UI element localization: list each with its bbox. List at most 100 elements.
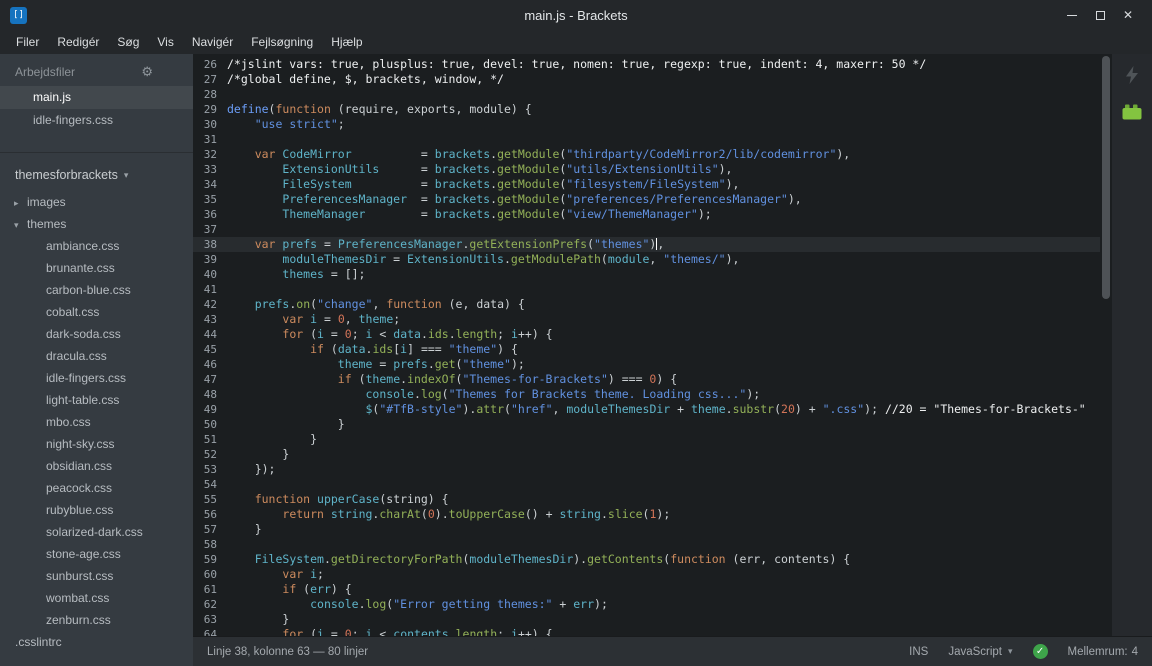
tree-item-brunante.css[interactable]: brunante.css (0, 257, 193, 279)
maximize-button[interactable] (1086, 4, 1114, 26)
tree-item-obsidian.css[interactable]: obsidian.css (0, 455, 193, 477)
tree-item-sunburst.css[interactable]: sunburst.css (0, 565, 193, 587)
code-line-60[interactable]: 60 var i; (193, 567, 1112, 582)
tree-item-peacock.css[interactable]: peacock.css (0, 477, 193, 499)
code-line-44[interactable]: 44 for (i = 0; i < data.ids.length; i++)… (193, 327, 1112, 342)
code-line-50[interactable]: 50 } (193, 417, 1112, 432)
menu-søg[interactable]: Søg (108, 30, 148, 54)
code-line-46[interactable]: 46 theme = prefs.get("theme"); (193, 357, 1112, 372)
code-line-59[interactable]: 59 FileSystem.getDirectoryForPath(module… (193, 552, 1112, 567)
code-line-62[interactable]: 62 console.log("Error getting themes:" +… (193, 597, 1112, 612)
code-line-39[interactable]: 39 moduleThemesDir = ExtensionUtils.getM… (193, 252, 1112, 267)
code-text: var prefs = PreferencesManager.getExtens… (254, 237, 665, 251)
code-text: themes = []; (282, 267, 366, 281)
brackets-window: [] main.js - Brackets ✕ Filer Redigér Søg V… (0, 0, 1152, 666)
tree-item-light-table.css[interactable]: light-table.css (0, 389, 193, 411)
menu-fejlsøgning[interactable]: Fejlsøgning (242, 30, 322, 54)
code-line-37[interactable]: 37 (193, 222, 1112, 237)
vertical-scrollbar[interactable] (1100, 54, 1112, 636)
menu-filer[interactable]: Filer (7, 30, 48, 54)
code-line-27[interactable]: 27 /*global define, $, brackets, window, … (193, 72, 1112, 87)
working-file-main.js[interactable]: main.js (0, 86, 193, 109)
code-line-45[interactable]: 45 if (data.ids[i] === "theme") { (193, 342, 1112, 357)
code-text: theme = prefs.get("theme"); (337, 357, 525, 371)
code-line-48[interactable]: 48 console.log("Themes for Brackets them… (193, 387, 1112, 402)
chevron-right-icon[interactable]: ▸ (14, 192, 27, 213)
live-preview-button[interactable] (1120, 63, 1144, 87)
line-number: 62 (203, 598, 217, 611)
tree-item-cobalt.css[interactable]: cobalt.css (0, 301, 193, 323)
code-line-40[interactable]: 40 themes = []; (193, 267, 1112, 282)
tree-item-themes[interactable]: ▾ themes (0, 213, 193, 235)
window-controls: ✕ (1058, 4, 1142, 26)
code-line-26[interactable]: 26 /*jslint vars: true, plusplus: true, d… (193, 57, 1112, 72)
code-line-34[interactable]: 34 FileSystem = brackets.getModule("file… (193, 177, 1112, 192)
code-line-51[interactable]: 51 } (193, 432, 1112, 447)
code-line-36[interactable]: 36 ThemeManager = brackets.getModule("vi… (193, 207, 1112, 222)
tree-item-idle-fingers.css[interactable]: idle-fingers.css (0, 367, 193, 389)
code-line-38[interactable]: 38 var prefs = PreferencesManager.getExt… (193, 237, 1112, 252)
code-line-61[interactable]: 61 if (err) { (193, 582, 1112, 597)
code-line-47[interactable]: 47 if (theme.indexOf("Themes-for-Bracket… (193, 372, 1112, 387)
code-line-57[interactable]: 57 } (193, 522, 1112, 537)
tree-item-stone-age.css[interactable]: stone-age.css (0, 543, 193, 565)
tree-item-zenburn.css[interactable]: zenburn.css (0, 609, 193, 631)
line-number: 27 (203, 73, 217, 86)
chevron-down-icon[interactable]: ▾ (14, 214, 27, 235)
code-line-42[interactable]: 42 prefs.on("change", function (e, data)… (193, 297, 1112, 312)
tree-item-night-sky.css[interactable]: night-sky.css (0, 433, 193, 455)
line-number: 44 (203, 328, 217, 341)
tree-item-carbon-blue.css[interactable]: carbon-blue.css (0, 279, 193, 301)
code-line-58[interactable]: 58 (193, 537, 1112, 552)
indent-setting[interactable]: Mellemrum: 4 (1068, 646, 1138, 658)
scrollbar-thumb[interactable] (1102, 56, 1110, 299)
line-number: 30 (203, 118, 217, 131)
language-selector[interactable]: JavaScript ▾ (948, 646, 1012, 658)
menu-vis[interactable]: Vis (148, 30, 182, 54)
tree-item-.csslintrc[interactable]: .csslintrc (0, 631, 193, 653)
menu-hjælp[interactable]: Hjælp (322, 30, 371, 54)
menu-navigér[interactable]: Navigér (183, 30, 242, 54)
code-editor[interactable]: 26 /*jslint vars: true, plusplus: true, d… (193, 54, 1112, 636)
code-line-35[interactable]: 35 PreferencesManager = brackets.getModu… (193, 192, 1112, 207)
code-line-56[interactable]: 56 return string.charAt(0).toUpperCase()… (193, 507, 1112, 522)
code-line-29[interactable]: 29 define(function (require, exports, mod… (193, 102, 1112, 117)
code-line-30[interactable]: 30 "use strict"; (193, 117, 1112, 132)
code-line-55[interactable]: 55 function upperCase(string) { (193, 492, 1112, 507)
tree-item-rubyblue.css[interactable]: rubyblue.css (0, 499, 193, 521)
settings-gear-icon[interactable]: ⚙ (141, 64, 153, 80)
tree-item-mbo.css[interactable]: mbo.css (0, 411, 193, 433)
code-line-49[interactable]: 49 $("#TfB-style").attr("href", moduleTh… (193, 402, 1112, 417)
tree-item-dracula.css[interactable]: dracula.css (0, 345, 193, 367)
code-line-64[interactable]: 64 for (i = 0; i < contents.length; i++)… (193, 627, 1112, 636)
working-file-idle-fingers.css[interactable]: idle-fingers.css (0, 109, 193, 132)
tree-item-wombat.css[interactable]: wombat.css (0, 587, 193, 609)
code-line-31[interactable]: 31 (193, 132, 1112, 147)
project-selector[interactable]: themesforbrackets ▾ (0, 153, 193, 191)
insert-mode-indicator[interactable]: INS (909, 646, 928, 658)
chevron-down-icon: ▾ (123, 169, 129, 180)
tree-item-solarized-dark.css[interactable]: solarized-dark.css (0, 521, 193, 543)
close-button[interactable]: ✕ (1114, 4, 1142, 26)
code-line-53[interactable]: 53 }); (193, 462, 1112, 477)
line-number: 49 (203, 403, 217, 416)
tree-item-dark-soda.css[interactable]: dark-soda.css (0, 323, 193, 345)
minimize-button[interactable] (1058, 4, 1086, 26)
code-line-32[interactable]: 32 var CodeMirror = brackets.getModule("… (193, 147, 1112, 162)
code-line-41[interactable]: 41 (193, 282, 1112, 297)
code-line-33[interactable]: 33 ExtensionUtils = brackets.getModule("… (193, 162, 1112, 177)
code-line-54[interactable]: 54 (193, 477, 1112, 492)
code-line-52[interactable]: 52 } (193, 447, 1112, 462)
code-text: console.log("Error getting themes:" + er… (310, 597, 608, 611)
tree-item-ambiance.css[interactable]: ambiance.css (0, 235, 193, 257)
code-line-63[interactable]: 63 } (193, 612, 1112, 627)
line-number: 26 (203, 58, 217, 71)
code-line-43[interactable]: 43 var i = 0, theme; (193, 312, 1112, 327)
menu-bar: Filer Redigér Søg Vis Navigér Fejlsøgning Hjæl… (0, 30, 1152, 54)
code-line-28[interactable]: 28 (193, 87, 1112, 102)
menu-redigér[interactable]: Redigér (48, 30, 108, 54)
tree-item-images[interactable]: ▸ images (0, 191, 193, 213)
lint-status-icon[interactable]: ✓ (1032, 644, 1048, 659)
extension-manager-button[interactable] (1120, 100, 1144, 124)
